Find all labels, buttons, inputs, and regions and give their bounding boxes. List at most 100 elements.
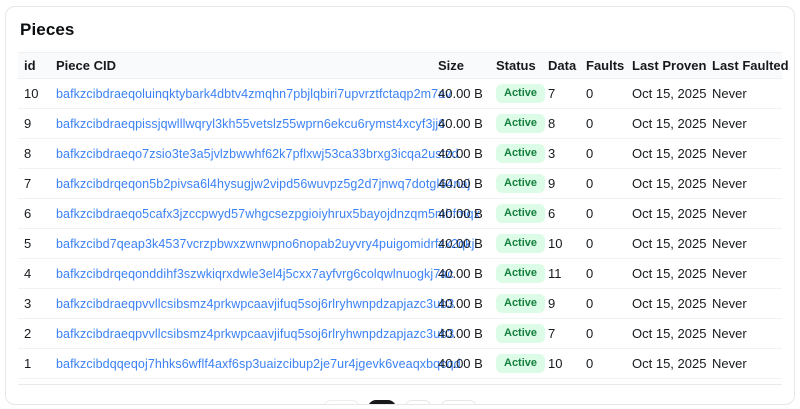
status-badge: Active xyxy=(496,174,545,193)
table-row: 6 bafkzcibdraeqo5cafx3jzccpwyd57whgcsezp… xyxy=(18,199,782,229)
table-row: 5 bafkzcibd7qeap3k4537vcrzpbwxzwnwpno6no… xyxy=(18,229,782,259)
piece-faults-cell: 0 xyxy=(574,259,620,289)
piece-last-faulted-cell: Never xyxy=(700,259,782,289)
piece-cid-link[interactable]: bafkzcibdraeqpvvllcsibsmz4prkwpcaavjifuq… xyxy=(56,327,454,341)
piece-cid-cell: bafkzcibdraeqpvvllcsibsmz4prkwpcaavjifuq… xyxy=(44,289,426,319)
piece-status-cell: Active xyxy=(484,259,536,289)
piece-last-proven-cell: Oct 15, 2025 xyxy=(620,319,700,349)
page-number-button[interactable]: 1 xyxy=(368,400,396,405)
page-number-button[interactable]: 2 xyxy=(404,400,432,405)
piece-cid-cell: bafkzcibdrqeqonddihf3szwkiqrxdwle3el4j5c… xyxy=(44,259,426,289)
piece-last-faulted-cell: Never xyxy=(700,349,782,379)
piece-status-cell: Active xyxy=(484,79,536,109)
table-footer-divider xyxy=(18,379,782,385)
piece-cid-link[interactable]: bafkzcibd7qeap3k4537vcrzpbwxzwnwpno6nopa… xyxy=(56,237,477,251)
piece-id-cell: 1 xyxy=(18,349,44,379)
piece-cid-link[interactable]: bafkzcibdraeqoluinqktybark4dbtv4zmqhn7pb… xyxy=(56,87,452,101)
piece-last-faulted-cell: Never xyxy=(700,229,782,259)
piece-last-proven-cell: Oct 15, 2025 xyxy=(620,349,700,379)
piece-last-proven-cell: Oct 15, 2025 xyxy=(620,139,700,169)
status-badge: Active xyxy=(496,114,545,133)
column-header-piece-cid: Piece CID xyxy=(44,53,426,79)
pieces-card: Pieces id Piece CID Size Status Data Fau… xyxy=(5,6,795,405)
piece-faults-cell: 0 xyxy=(574,349,620,379)
piece-id-cell: 6 xyxy=(18,199,44,229)
piece-faults-cell: 0 xyxy=(574,199,620,229)
piece-faults-cell: 0 xyxy=(574,319,620,349)
piece-faults-cell: 0 xyxy=(574,169,620,199)
piece-id-cell: 5 xyxy=(18,229,44,259)
piece-last-faulted-cell: Never xyxy=(700,169,782,199)
piece-id-cell: 10 xyxy=(18,79,44,109)
piece-cid-cell: bafkzcibdraeqoluinqktybark4dbtv4zmqhn7pb… xyxy=(44,79,426,109)
piece-faults-cell: 0 xyxy=(574,79,620,109)
table-row: 10 bafkzcibdraeqoluinqktybark4dbtv4zmqhn… xyxy=(18,79,782,109)
piece-cid-cell: bafkzcibdraeqo5cafx3jzccpwyd57whgcsezpgi… xyxy=(44,199,426,229)
piece-status-cell: Active xyxy=(484,199,536,229)
pieces-table: id Piece CID Size Status Data Faults Las… xyxy=(18,52,782,379)
piece-last-faulted-cell: Never xyxy=(700,109,782,139)
table-row: 3 bafkzcibdraeqpvvllcsibsmz4prkwpcaavjif… xyxy=(18,289,782,319)
table-body: 10 bafkzcibdraeqoluinqktybark4dbtv4zmqhn… xyxy=(18,79,782,379)
status-badge: Active xyxy=(496,354,545,373)
status-badge: Active xyxy=(496,264,545,283)
piece-faults-cell: 0 xyxy=(574,109,620,139)
piece-cid-cell: bafkzcibdraeqo7zsio3te3a5jvlzbwwhf62k7pf… xyxy=(44,139,426,169)
piece-last-faulted-cell: Never xyxy=(700,319,782,349)
piece-faults-cell: 0 xyxy=(574,229,620,259)
piece-status-cell: Active xyxy=(484,319,536,349)
column-header-last-faulted: Last Faulted xyxy=(700,53,782,79)
previous-page-button[interactable] xyxy=(323,400,360,405)
piece-status-cell: Active xyxy=(484,139,536,169)
status-badge: Active xyxy=(496,84,545,103)
piece-cid-link[interactable]: bafkzcibdraeqpissjqwlllwqryl3kh55vetslz5… xyxy=(56,117,445,131)
piece-id-cell: 9 xyxy=(18,109,44,139)
table-row: 4 bafkzcibdrqeqonddihf3szwkiqrxdwle3el4j… xyxy=(18,259,782,289)
piece-faults-cell: 0 xyxy=(574,289,620,319)
piece-status-cell: Active xyxy=(484,169,536,199)
page-title: Pieces xyxy=(20,20,782,40)
piece-cid-link[interactable]: bafkzcibdraeqo7zsio3te3a5jvlzbwwhf62k7pf… xyxy=(56,147,459,161)
piece-last-proven-cell: Oct 15, 2025 xyxy=(620,259,700,289)
piece-status-cell: Active xyxy=(484,109,536,139)
status-badge: Active xyxy=(496,234,545,253)
table-row: 2 bafkzcibdraeqpvvllcsibsmz4prkwpcaavjif… xyxy=(18,319,782,349)
piece-faults-cell: 0 xyxy=(574,139,620,169)
table-header: id Piece CID Size Status Data Faults Las… xyxy=(18,53,782,79)
table-row: 8 bafkzcibdraeqo7zsio3te3a5jvlzbwwhf62k7… xyxy=(18,139,782,169)
piece-last-proven-cell: Oct 15, 2025 xyxy=(620,109,700,139)
piece-last-faulted-cell: Never xyxy=(700,79,782,109)
piece-last-proven-cell: Oct 15, 2025 xyxy=(620,289,700,319)
piece-last-proven-cell: Oct 15, 2025 xyxy=(620,199,700,229)
column-header-faults: Faults xyxy=(574,53,620,79)
table-row: 7 bafkzcibdrqeqon5b2pivsa6l4hysugjw2vipd… xyxy=(18,169,782,199)
piece-last-proven-cell: Oct 15, 2025 xyxy=(620,79,700,109)
piece-id-cell: 7 xyxy=(18,169,44,199)
piece-last-faulted-cell: Never xyxy=(700,139,782,169)
piece-cid-link[interactable]: bafkzcibdraeqo5cafx3jzccpwyd57whgcsezpgi… xyxy=(56,207,480,221)
piece-status-cell: Active xyxy=(484,349,536,379)
next-page-button[interactable] xyxy=(440,400,477,405)
status-badge: Active xyxy=(496,144,545,163)
piece-cid-cell: bafkzcibdraeqpissjqwlllwqryl3kh55vetslz5… xyxy=(44,109,426,139)
column-header-data: Data xyxy=(536,53,574,79)
piece-cid-link[interactable]: bafkzcibdraeqpvvllcsibsmz4prkwpcaavjifuq… xyxy=(56,297,454,311)
pagination: 1 2 xyxy=(18,400,782,405)
piece-id-cell: 2 xyxy=(18,319,44,349)
piece-cid-cell: bafkzcibd7qeap3k4537vcrzpbwxzwnwpno6nopa… xyxy=(44,229,426,259)
piece-id-cell: 4 xyxy=(18,259,44,289)
piece-last-proven-cell: Oct 15, 2025 xyxy=(620,169,700,199)
column-header-last-proven: Last Proven xyxy=(620,53,700,79)
column-header-id: id xyxy=(18,53,44,79)
screen: Pieces id Piece CID Size Status Data Fau… xyxy=(0,0,800,409)
table-row: 1 bafkzcibdqqeqoj7hhks6wflf4axf6sp3uaizc… xyxy=(18,349,782,379)
piece-cid-cell: bafkzcibdrqeqon5b2pivsa6l4hysugjw2vipd56… xyxy=(44,169,426,199)
piece-last-faulted-cell: Never xyxy=(700,289,782,319)
piece-last-proven-cell: Oct 15, 2025 xyxy=(620,229,700,259)
piece-cid-link[interactable]: bafkzcibdrqeqon5b2pivsa6l4hysugjw2vipd56… xyxy=(56,177,470,191)
status-badge: Active xyxy=(496,294,545,313)
piece-status-cell: Active xyxy=(484,229,536,259)
piece-cid-link[interactable]: bafkzcibdrqeqonddihf3szwkiqrxdwle3el4j5c… xyxy=(56,267,454,281)
piece-cid-link[interactable]: bafkzcibdqqeqoj7hhks6wflf4axf6sp3uaizcib… xyxy=(56,357,461,371)
piece-cid-cell: bafkzcibdqqeqoj7hhks6wflf4axf6sp3uaizcib… xyxy=(44,349,426,379)
